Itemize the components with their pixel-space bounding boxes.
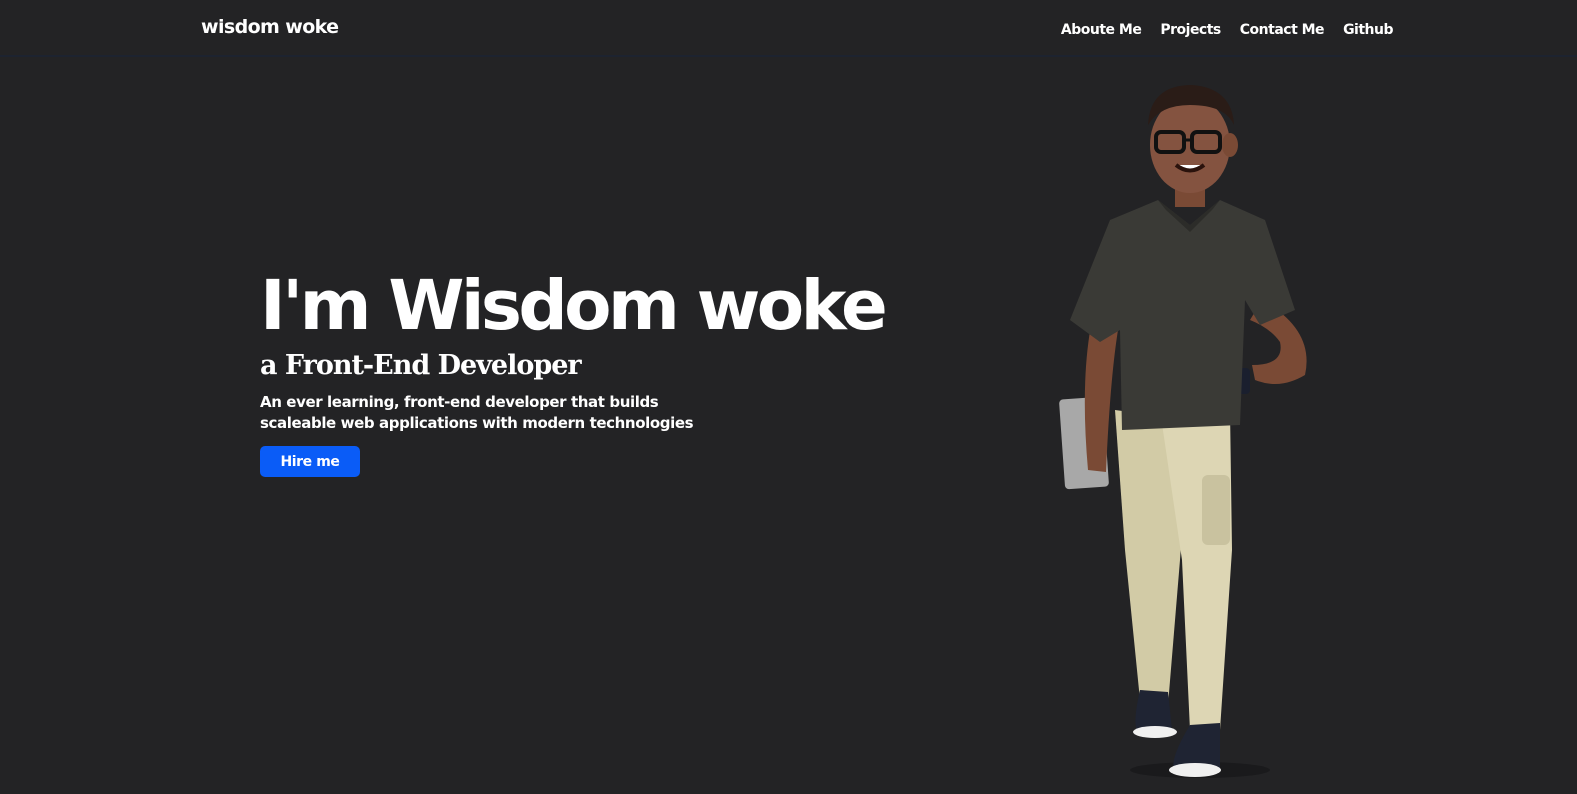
- hire-me-button[interactable]: Hire me: [260, 446, 360, 477]
- nav-links: Aboute Me Projects Contact Me Github: [1061, 19, 1394, 38]
- nav-link-projects[interactable]: Projects: [1160, 22, 1221, 38]
- hero-description: An ever learning, front-end developer th…: [260, 393, 694, 432]
- nav-item-about: Aboute Me: [1061, 19, 1142, 38]
- nav-link-about[interactable]: Aboute Me: [1061, 22, 1142, 38]
- nav-link-github[interactable]: Github: [1343, 22, 1393, 38]
- nav-item-contact: Contact Me: [1240, 19, 1325, 38]
- hero-subtitle: a Front-End Developer: [260, 350, 582, 381]
- nav-item-projects: Projects: [1160, 19, 1221, 38]
- brand-logo[interactable]: wisdom woke: [201, 16, 339, 38]
- navbar: wisdom woke Aboute Me Projects Contact M…: [0, 0, 1577, 57]
- nav-link-contact[interactable]: Contact Me: [1240, 22, 1325, 38]
- avatar-svg: [1059, 85, 1307, 778]
- page: wisdom woke Aboute Me Projects Contact M…: [0, 0, 1577, 794]
- nav-item-github: Github: [1343, 19, 1393, 38]
- hero-section: I'm Wisdom woke a Front-End Developer An…: [260, 262, 888, 477]
- hero-title: I'm Wisdom woke: [260, 266, 888, 346]
- developer-avatar-illustration: [1040, 80, 1340, 790]
